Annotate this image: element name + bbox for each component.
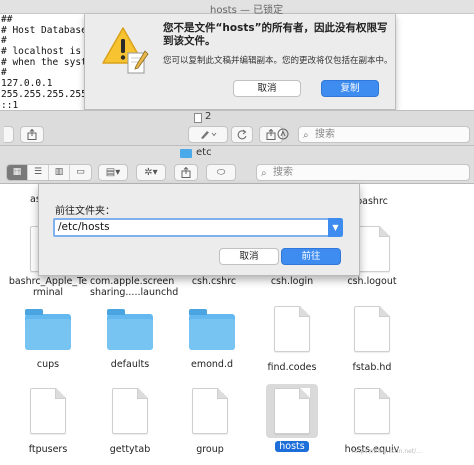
finder-titlebar: etc bbox=[0, 146, 474, 161]
file-label: find.codes bbox=[267, 362, 317, 373]
chevron-down-icon[interactable]: ▼ bbox=[328, 218, 343, 237]
folder-label: defaults bbox=[110, 359, 150, 370]
view-mode-control[interactable]: ▦ ☰ ▥ ▭ bbox=[6, 164, 92, 181]
document-icon bbox=[354, 388, 390, 434]
folder-path-value: /etc/hosts bbox=[58, 221, 110, 233]
file-item[interactable]: ftpusers bbox=[6, 388, 90, 455]
folder-item[interactable]: cups bbox=[6, 308, 90, 370]
folder-icon bbox=[189, 309, 235, 350]
document-icon bbox=[194, 113, 202, 123]
group-icon: ▤▾ bbox=[105, 167, 121, 178]
tag-icon: ⬭ bbox=[216, 167, 226, 178]
goto-cancel-button[interactable]: 取消 bbox=[219, 248, 279, 265]
column-view-icon[interactable]: ▥ bbox=[49, 165, 70, 180]
file-label: hosts bbox=[275, 441, 309, 452]
folder-item[interactable]: emond.d bbox=[170, 308, 254, 370]
file-label: csh.cshrc bbox=[191, 276, 237, 287]
tags-button[interactable]: ⬭ bbox=[206, 164, 236, 181]
folder-label: cups bbox=[36, 359, 60, 370]
alert-title: 您不是文件“hosts”的所有者，因此没有权限写到该文件。 bbox=[163, 22, 388, 47]
file-label: bashrc_Apple_Te rminal bbox=[8, 276, 88, 298]
folder-icon bbox=[180, 149, 192, 158]
document-icon bbox=[192, 388, 228, 434]
rotate-button[interactable] bbox=[231, 126, 253, 143]
finder-toolbar: ▦ ☰ ▥ ▭ ▤▾ ✲▾ ⬭ ⌕ 搜索 bbox=[0, 161, 474, 184]
document-icon bbox=[354, 306, 390, 352]
search-icon: ⌕ bbox=[261, 168, 267, 179]
file-item[interactable]: group bbox=[168, 388, 252, 455]
document-icon bbox=[112, 388, 148, 434]
file-item[interactable]: find.codes bbox=[250, 306, 334, 373]
selection-highlight bbox=[266, 384, 318, 438]
duplicate-button[interactable]: 复制 bbox=[321, 80, 379, 97]
annotate-button[interactable] bbox=[270, 126, 296, 143]
file-label: com.apple.screen sharing.....launchd bbox=[90, 276, 179, 298]
file-item[interactable]: fstab.hd bbox=[330, 306, 414, 373]
file-label: ftpusers bbox=[28, 444, 68, 455]
file-label: group bbox=[196, 444, 224, 455]
middle-window-tabbar: 2 bbox=[0, 110, 474, 124]
action-button[interactable]: ✲▾ bbox=[136, 164, 166, 181]
icon-view-icon[interactable]: ▦ bbox=[7, 165, 28, 180]
file-item-selected[interactable]: hosts bbox=[250, 384, 334, 452]
go-button[interactable]: 前往 bbox=[281, 248, 341, 265]
folder-icon bbox=[25, 309, 71, 350]
group-button[interactable]: ▤▾ bbox=[98, 164, 128, 181]
folder-item[interactable]: defaults bbox=[88, 308, 172, 370]
share-button[interactable] bbox=[20, 126, 44, 143]
annotate-circle-icon bbox=[277, 128, 289, 140]
folder-label: emond.d bbox=[190, 359, 233, 370]
document-icon bbox=[274, 388, 310, 434]
locked-file-alert: 您不是文件“hosts”的所有者，因此没有权限写到该文件。 您可以复制此文稿并编… bbox=[84, 14, 396, 110]
gallery-view-icon[interactable]: ▭ bbox=[70, 165, 91, 180]
file-item[interactable]: gettytab bbox=[88, 388, 172, 455]
middle-window-toolbar: ⌕ 搜索 bbox=[0, 124, 474, 146]
watermark: https://blog.csdn.net/... bbox=[352, 448, 422, 455]
document-icon bbox=[30, 388, 66, 434]
rotate-icon bbox=[237, 129, 247, 140]
search-placeholder: 搜索 bbox=[315, 129, 335, 140]
folder-icon bbox=[107, 309, 153, 350]
file-label: gettytab bbox=[109, 444, 151, 455]
list-view-icon[interactable]: ☰ bbox=[28, 165, 49, 180]
folder-path-input[interactable]: /etc/hosts ▼ bbox=[53, 218, 343, 237]
document-icon bbox=[274, 306, 310, 352]
middle-search-field[interactable]: ⌕ 搜索 bbox=[298, 126, 470, 143]
file-label: csh.logout bbox=[347, 276, 397, 287]
file-item[interactable]: hosts.equiv bbox=[330, 388, 414, 455]
markup-button[interactable] bbox=[188, 126, 228, 143]
textedit-app-icon bbox=[127, 50, 149, 74]
alert-cancel-button[interactable]: 取消 bbox=[233, 80, 301, 97]
gear-icon: ✲▾ bbox=[144, 167, 158, 178]
file-label: fstab.hd bbox=[352, 362, 392, 373]
search-placeholder: 搜索 bbox=[273, 167, 293, 178]
alert-message: 您可以复制此文稿并编辑副本。您的更改将仅包括在副本中。 bbox=[163, 56, 393, 66]
finder-share-button[interactable] bbox=[174, 164, 198, 181]
finder-search-field[interactable]: ⌕ 搜索 bbox=[256, 164, 470, 181]
toolbar-edge-button[interactable] bbox=[4, 126, 14, 143]
share-icon bbox=[181, 166, 191, 178]
tab-count: 2 bbox=[205, 111, 212, 122]
file-label: csh.login bbox=[270, 276, 314, 287]
goto-folder-label: 前往文件夹： bbox=[55, 206, 115, 217]
textedit-titlebar: hosts — 已锁定 bbox=[0, 0, 474, 16]
finder-window-title: etc bbox=[196, 147, 212, 158]
goto-folder-sheet: 前往文件夹： /etc/hosts ▼ 取消 前往 bbox=[38, 184, 360, 276]
share-icon bbox=[27, 128, 37, 140]
search-icon: ⌕ bbox=[303, 130, 309, 141]
pen-icon bbox=[201, 131, 217, 139]
